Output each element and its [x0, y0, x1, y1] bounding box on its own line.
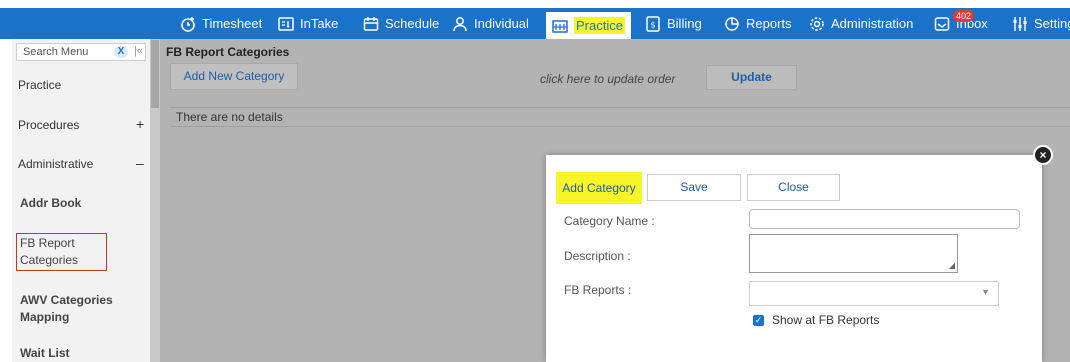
sidebar-scroll-thumb[interactable] — [151, 40, 159, 108]
update-order-hint: click here to update order — [540, 72, 676, 86]
sidebar-item-administrative[interactable]: Administrative — [18, 157, 93, 171]
sidebar-item-wait-list[interactable]: Wait List — [20, 346, 70, 360]
nav-inbox[interactable]: Inbox 402 — [934, 8, 988, 39]
fb-reports-label: FB Reports : — [564, 283, 632, 297]
resize-grip-icon[interactable]: ◢ — [949, 262, 955, 270]
add-category-modal: Add Category Save Close Category Name : … — [546, 155, 1042, 362]
show-at-fb-reports-option[interactable]: ✓ Show at FB Reports — [753, 313, 879, 327]
description-textarea[interactable]: ◢ — [749, 234, 958, 273]
show-at-fb-reports-label: Show at FB Reports — [772, 313, 880, 327]
sidebar-item-practice[interactable]: Practice — [18, 78, 61, 92]
close-button[interactable]: Close — [747, 174, 840, 201]
close-modal-icon[interactable]: × — [1033, 145, 1053, 165]
add-new-category-button[interactable]: Add New Category — [170, 63, 298, 90]
sidebar-menu: Search Menu X |« Practice Procedures + A… — [12, 39, 150, 362]
sidebar-item-addr-book[interactable]: Addr Book — [20, 196, 81, 210]
nav-label: Administration — [831, 16, 914, 31]
page-title: FB Report Categories — [166, 45, 290, 59]
timesheet-icon — [181, 16, 195, 32]
expand-icon[interactable]: + — [136, 116, 144, 132]
nav-setting[interactable]: Setting — [1012, 8, 1070, 39]
nav-administration[interactable]: Administration — [809, 8, 913, 39]
description-label: Description : — [564, 249, 631, 263]
sidebar-item-line: FB Report — [20, 236, 75, 250]
show-at-fb-reports-checkbox[interactable]: ✓ — [753, 314, 764, 326]
clear-search-button[interactable]: X — [114, 46, 128, 58]
empty-list-message: There are no details — [170, 107, 1070, 127]
chevron-down-icon: ▼ — [981, 287, 990, 297]
sidebar-item-line: Categories — [20, 253, 79, 267]
nav-label: Timesheet — [202, 16, 263, 31]
sidebar-item-fb-report-categories[interactable]: FB Report Categories — [20, 236, 78, 267]
update-order-button[interactable]: Update — [706, 65, 797, 90]
nav-label: Setting — [1034, 16, 1070, 31]
sidebar-item-procedures[interactable]: Procedures — [18, 118, 79, 132]
nav-label: Practice — [574, 17, 625, 34]
gear-icon — [810, 16, 824, 31]
category-name-label: Category Name : — [564, 214, 655, 228]
nav-label: InTake — [300, 16, 339, 31]
nav-billing[interactable]: $ Billing — [645, 8, 702, 39]
nav-reports[interactable]: Reports — [724, 8, 792, 39]
category-name-input[interactable] — [749, 209, 1020, 229]
sidebar-item-line: AWV Categories — [20, 293, 113, 307]
search-placeholder: Search Menu — [23, 46, 89, 58]
fb-reports-select[interactable]: ▼ — [749, 281, 999, 306]
top-navigation: Timesheet InTake Schedule Individual Pra… — [0, 8, 1070, 39]
nav-intake[interactable]: InTake — [278, 8, 338, 39]
nav-timesheet[interactable]: Timesheet — [180, 8, 262, 39]
nav-practice[interactable]: Practice — [546, 12, 631, 39]
inbox-icon — [934, 16, 950, 31]
practice-icon — [552, 19, 568, 33]
modal-title: Add Category — [556, 172, 642, 204]
sidebar-item-awv-categories-mapping[interactable]: AWV Categories Mapping — [20, 293, 113, 324]
collapse-sidebar-icon[interactable]: |« — [134, 45, 143, 57]
pie-chart-icon — [725, 16, 739, 31]
intake-icon — [278, 16, 294, 31]
nav-schedule[interactable]: Schedule — [363, 8, 439, 39]
nav-label: Reports — [746, 16, 792, 31]
person-icon — [453, 16, 467, 31]
billing-icon: $ — [646, 15, 660, 32]
svg-text:$: $ — [650, 20, 655, 29]
nav-individual[interactable]: Individual — [452, 8, 529, 39]
nav-label: Billing — [667, 16, 702, 31]
calendar-icon — [363, 16, 379, 31]
inbox-count-badge: 402 — [953, 10, 975, 22]
sliders-icon — [1013, 16, 1027, 31]
nav-label: Individual — [474, 16, 529, 31]
sidebar-item-line: Mapping — [20, 310, 70, 324]
collapse-icon[interactable]: – — [136, 155, 144, 171]
search-menu-input[interactable]: Search Menu X |« — [16, 43, 146, 61]
nav-label: Schedule — [385, 16, 440, 31]
save-button[interactable]: Save — [647, 174, 741, 201]
